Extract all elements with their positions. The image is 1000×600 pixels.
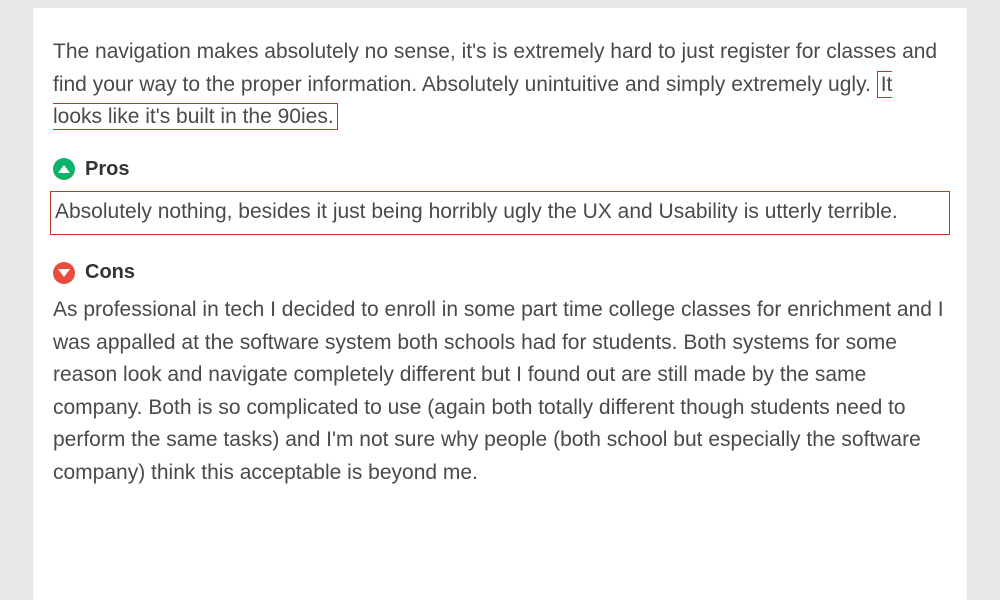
pros-body: Absolutely nothing, besides it just bein… bbox=[50, 191, 950, 236]
pros-heading-label: Pros bbox=[85, 158, 129, 181]
intro-text: The navigation makes absolutely no sense… bbox=[53, 36, 947, 134]
cons-down-icon bbox=[53, 262, 75, 284]
cons-body: As professional in tech I decided to enr… bbox=[53, 294, 947, 489]
cons-heading-label: Cons bbox=[85, 261, 135, 284]
review-card: The navigation makes absolutely no sense… bbox=[33, 8, 967, 600]
intro-text-main: The navigation makes absolutely no sense… bbox=[53, 40, 937, 96]
pros-up-icon bbox=[53, 158, 75, 180]
pros-heading: Pros bbox=[53, 158, 947, 181]
triangle-down-icon bbox=[58, 269, 70, 277]
triangle-up-icon bbox=[58, 165, 70, 173]
cons-heading: Cons bbox=[53, 261, 947, 284]
